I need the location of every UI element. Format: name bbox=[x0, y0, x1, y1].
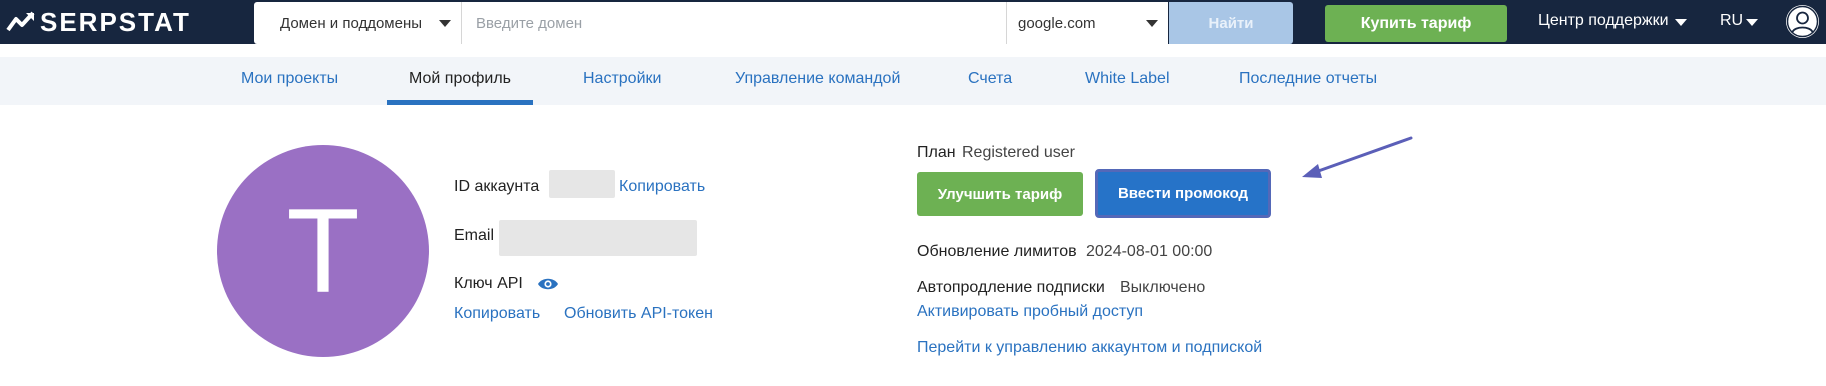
support-center-menu[interactable]: Центр поддержки bbox=[1538, 12, 1687, 30]
profile-tabs: Мои проекты Мой профиль Настройки Управл… bbox=[0, 57, 1826, 105]
logo-icon bbox=[6, 11, 35, 32]
chevron-down-icon bbox=[439, 20, 451, 27]
domain-search-input[interactable] bbox=[462, 2, 1006, 44]
tab-my-projects[interactable]: Мои проекты bbox=[241, 57, 338, 105]
logo-text: SERPSTAT bbox=[40, 6, 191, 37]
logo[interactable]: SERPSTAT bbox=[6, 6, 191, 37]
annotation-arrow bbox=[1302, 136, 1413, 178]
profile-avatar: T bbox=[217, 145, 429, 357]
search-engine-dropdown[interactable]: google.com bbox=[1006, 2, 1168, 44]
refresh-api-token-link[interactable]: Обновить API-токен bbox=[564, 305, 713, 323]
plan-label: План bbox=[917, 144, 956, 161]
tab-settings[interactable]: Настройки bbox=[583, 57, 661, 105]
manage-account-subscription-link[interactable]: Перейти к управлению аккаунтом и подписк… bbox=[917, 339, 1262, 357]
account-id-label: ID аккаунта bbox=[454, 178, 540, 195]
tab-my-profile[interactable]: Мой профиль bbox=[387, 57, 533, 105]
tab-white-label[interactable]: White Label bbox=[1085, 57, 1170, 105]
avatar-letter: T bbox=[286, 184, 360, 318]
top-bar: SERPSTAT Домен и поддомены google.com На… bbox=[0, 0, 1826, 44]
api-key-label: Ключ API bbox=[454, 275, 523, 292]
copy-api-key-link[interactable]: Копировать bbox=[454, 305, 540, 323]
support-center-label: Центр поддержки bbox=[1538, 12, 1669, 29]
account-id-value-redacted bbox=[549, 170, 615, 198]
tab-recent-reports[interactable]: Последние отчеты bbox=[1239, 57, 1377, 105]
limits-update-value: 2024-08-01 00:00 bbox=[1086, 243, 1213, 260]
user-avatar-icon[interactable] bbox=[1786, 5, 1819, 38]
find-button[interactable]: Найти bbox=[1169, 2, 1293, 44]
email-label: Email bbox=[454, 227, 495, 244]
chevron-down-icon bbox=[1746, 18, 1759, 26]
tab-team-management[interactable]: Управление командой bbox=[735, 57, 900, 105]
language-label: RU bbox=[1720, 12, 1744, 29]
language-menu[interactable]: RU bbox=[1720, 12, 1759, 30]
search-scope-value: Домен и поддомены bbox=[280, 14, 423, 32]
email-value-redacted bbox=[499, 220, 697, 256]
auto-renew-label: Автопродление подписки bbox=[917, 279, 1105, 296]
auto-renew-value: Выключено bbox=[1120, 279, 1206, 296]
search-engine-value: google.com bbox=[1018, 14, 1096, 32]
activate-trial-link[interactable]: Активировать пробный доступ bbox=[917, 303, 1143, 321]
upgrade-plan-button[interactable]: Улучшить тариф bbox=[917, 172, 1083, 216]
chevron-down-icon bbox=[1146, 20, 1158, 27]
buy-plan-button[interactable]: Купить тариф bbox=[1325, 5, 1507, 42]
plan-value: Registered user bbox=[962, 144, 1075, 161]
search-scope-dropdown[interactable]: Домен и поддомены bbox=[254, 2, 462, 44]
copy-account-id-link[interactable]: Копировать bbox=[619, 178, 705, 196]
enter-promo-code-button[interactable]: Ввести промокод bbox=[1095, 169, 1271, 218]
chevron-down-icon bbox=[1674, 18, 1687, 26]
tab-invoices[interactable]: Счета bbox=[968, 57, 1012, 105]
limits-update-label: Обновление лимитов bbox=[917, 243, 1077, 260]
eye-icon[interactable] bbox=[537, 277, 559, 291]
